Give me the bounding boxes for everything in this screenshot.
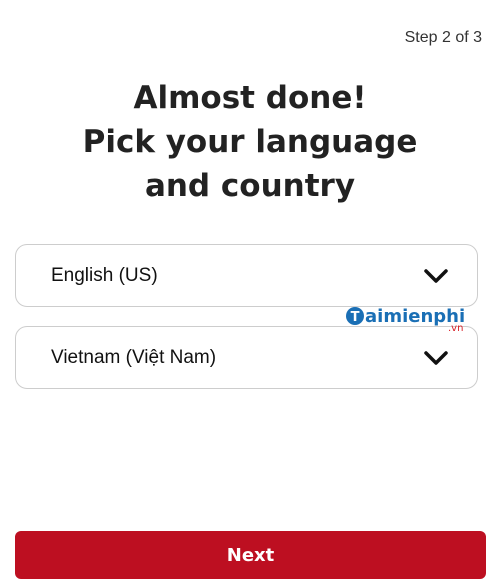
- title-line-2: Pick your language: [82, 124, 418, 160]
- page-title: Almost done! Pick your language and coun…: [0, 76, 500, 208]
- chevron-down-icon: [424, 268, 448, 283]
- language-select-value: English (US): [51, 264, 158, 286]
- chevron-down-icon: [424, 350, 448, 365]
- next-button[interactable]: Next: [15, 531, 486, 579]
- svg-text:T: T: [351, 310, 360, 325]
- step-indicator: Step 2 of 3: [404, 29, 482, 46]
- country-select[interactable]: Vietnam (Việt Nam): [15, 326, 478, 389]
- title-line-3: and country: [144, 168, 356, 204]
- title-line-1: Almost done!: [133, 80, 367, 116]
- country-select-value: Vietnam (Việt Nam): [51, 346, 217, 368]
- language-select[interactable]: English (US): [15, 244, 478, 307]
- watermark-brand: aimienphi: [365, 306, 465, 327]
